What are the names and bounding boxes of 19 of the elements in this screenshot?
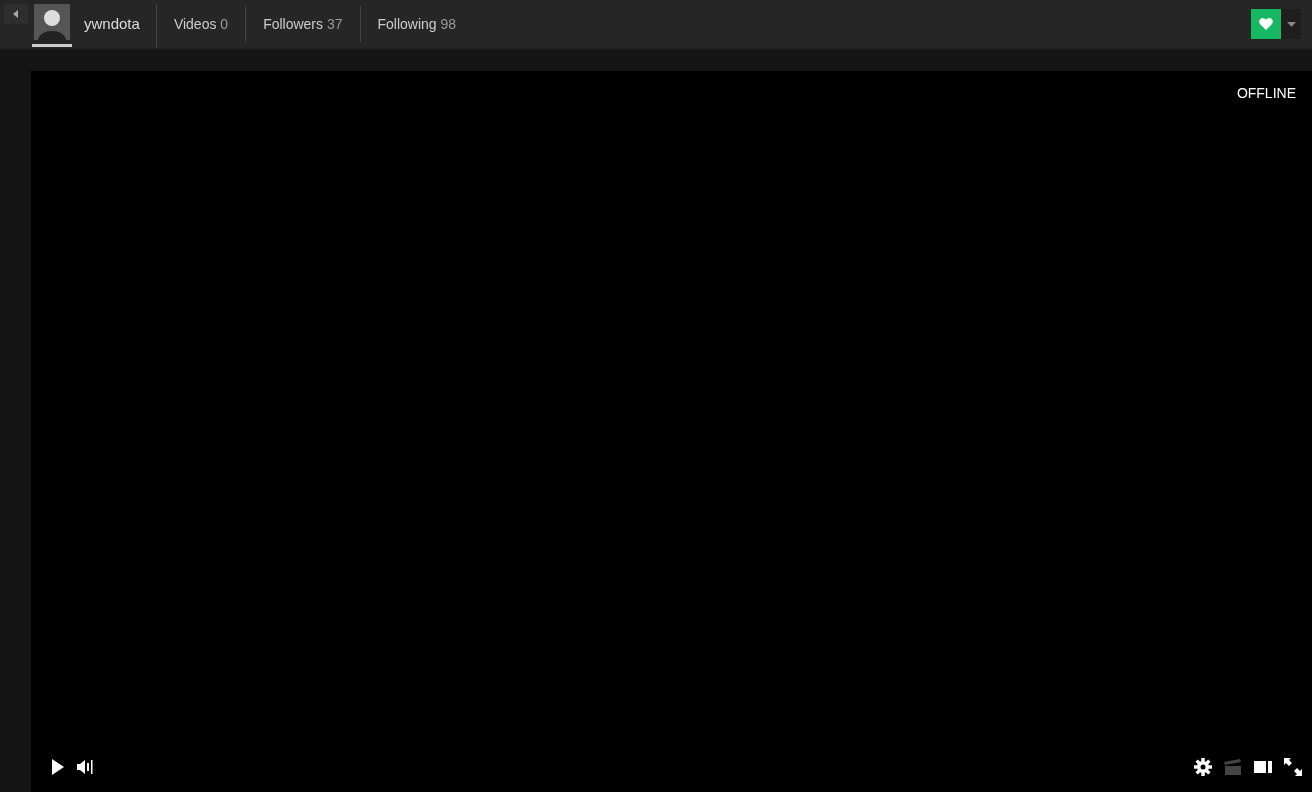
clapperboard-icon xyxy=(1224,759,1242,775)
collapse-button[interactable] xyxy=(4,4,28,24)
caret-icon xyxy=(1286,21,1296,27)
settings-icon xyxy=(1194,758,1212,776)
follow-button[interactable] xyxy=(1251,9,1281,39)
nav-tab[interactable]: Followers 37 xyxy=(246,6,361,42)
stream-status: OFFLINE xyxy=(1236,85,1296,101)
channel-tab[interactable]: ywndota xyxy=(30,4,157,48)
nav-tab[interactable]: Following 98 xyxy=(360,6,474,42)
avatar-icon xyxy=(34,4,70,40)
fullscreen-icon xyxy=(1284,758,1302,776)
nav-tab[interactable]: Videos 0 xyxy=(156,6,247,42)
caret-icon xyxy=(13,10,19,18)
heart-icon xyxy=(1259,18,1273,30)
speaker-icon xyxy=(77,760,95,774)
dropdown-button[interactable] xyxy=(1281,9,1301,39)
layout-icon xyxy=(1254,761,1272,773)
play-icon xyxy=(51,759,65,775)
channel-name: ywndota xyxy=(84,14,140,32)
